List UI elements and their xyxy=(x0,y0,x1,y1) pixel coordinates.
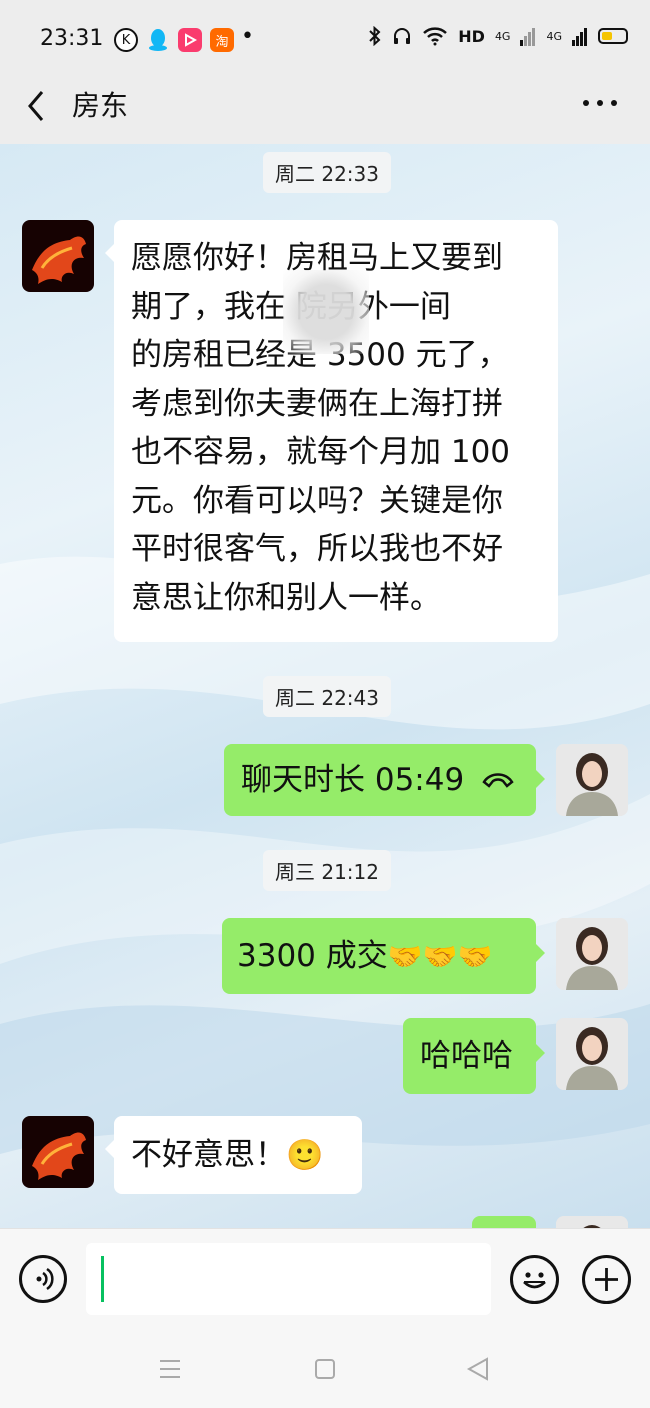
haha-text: 哈哈哈 xyxy=(420,1038,513,1074)
emoji-button[interactable] xyxy=(510,1255,559,1304)
headphones-icon xyxy=(394,28,411,44)
signal-bars-icon-2 xyxy=(572,28,587,46)
wifi-icon xyxy=(423,27,448,46)
k-app-icon: K xyxy=(114,28,138,52)
status-time: 23:31 xyxy=(40,26,104,51)
outgoing-message-partial[interactable] xyxy=(472,1216,536,1228)
timestamp-3: 周三 21:12 xyxy=(263,850,391,891)
battery-icon xyxy=(598,28,628,44)
more-options-icon[interactable] xyxy=(580,88,620,118)
signal-bars-icon-1 xyxy=(520,28,536,46)
redaction-blur xyxy=(283,270,369,354)
landlord-avatar[interactable] xyxy=(22,220,94,292)
sorry-text: 不好意思！ xyxy=(131,1137,286,1173)
hd-label: HD xyxy=(458,26,485,46)
signal-4g-label-2: 4G xyxy=(546,29,562,43)
smile-emoji: 🙂 xyxy=(286,1138,324,1173)
message-line: 平时很客气，所以我也不好 xyxy=(131,531,503,567)
taobao-icon: 淘 xyxy=(210,28,234,52)
outgoing-message-haha[interactable]: 哈哈哈 xyxy=(403,1018,545,1094)
timestamp-2: 周二 22:43 xyxy=(263,676,391,717)
message-input[interactable] xyxy=(86,1243,491,1315)
voice-wave-icon xyxy=(36,1267,54,1291)
signal-4g-label-1: 4G xyxy=(494,29,511,43)
bluetooth-icon xyxy=(369,26,381,46)
message-line: 考虑到你夫妻俩在上海打拼 xyxy=(131,385,503,422)
voice-input-button[interactable] xyxy=(19,1255,67,1303)
smiley-face-icon xyxy=(523,1272,546,1289)
message-line: 意思让你和别人一样。 xyxy=(131,579,441,616)
my-avatar[interactable] xyxy=(556,744,628,816)
status-right-group: HD 4G 4G xyxy=(368,26,628,46)
call-duration-text: 聊天时长 05:49 xyxy=(241,762,465,798)
my-avatar[interactable] xyxy=(556,918,628,990)
timestamp-1: 周二 22:33 xyxy=(263,152,391,193)
input-bar xyxy=(0,1228,650,1329)
deal-text: 3300 成交 xyxy=(237,938,388,974)
status-bar: 23:31 K 淘 • HD 4G 4G xyxy=(0,0,650,78)
chat-title: 房东 xyxy=(72,89,129,122)
plus-icon xyxy=(595,1268,618,1291)
menu-nav-icon[interactable] xyxy=(158,1358,182,1380)
back-arrow-icon[interactable] xyxy=(22,84,62,128)
phone-hangup-icon xyxy=(482,773,514,788)
more-functions-button[interactable] xyxy=(582,1255,631,1304)
home-nav-icon[interactable] xyxy=(313,1357,337,1381)
chat-area[interactable]: 周二 22:33 愿愿你好！房租马上又要到 期了，我在 院另外一间 的房租已经是… xyxy=(0,144,650,1228)
system-nav-bar xyxy=(0,1328,650,1408)
back-nav-icon[interactable] xyxy=(466,1356,490,1382)
message-line: 也不容易，就每个月加 100 xyxy=(131,434,511,470)
chat-header: 房东 xyxy=(0,78,650,144)
battery-level-fill xyxy=(602,32,612,40)
my-avatar[interactable] xyxy=(556,1018,628,1090)
video-play-icon xyxy=(178,28,202,52)
incoming-message-sorry[interactable]: 不好意思！🙂 xyxy=(105,1116,362,1194)
message-line: 元。你看可以吗？关键是你 xyxy=(131,482,503,519)
outgoing-message-deal[interactable]: 3300 成交🤝🤝🤝 xyxy=(222,918,545,994)
landlord-avatar[interactable] xyxy=(22,1116,94,1188)
qq-penguin-icon xyxy=(146,28,170,52)
handshake-emoji: 🤝🤝🤝 xyxy=(387,940,493,973)
outgoing-call-record[interactable]: 聊天时长 05:49 xyxy=(224,744,545,816)
notification-dot: • xyxy=(241,24,254,49)
my-avatar[interactable] xyxy=(556,1216,628,1228)
text-caret xyxy=(101,1256,104,1302)
